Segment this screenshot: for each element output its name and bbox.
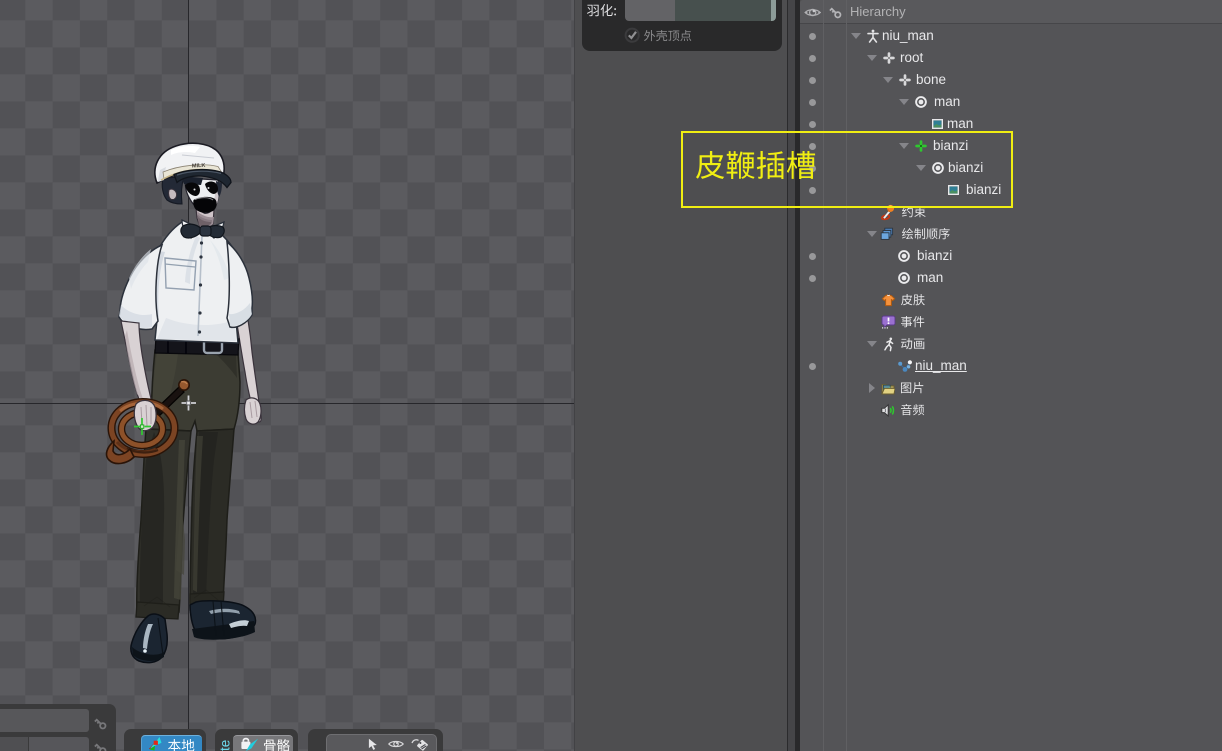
svg-text:MILK: MILK — [192, 163, 206, 170]
svg-text:te: te — [218, 740, 233, 751]
